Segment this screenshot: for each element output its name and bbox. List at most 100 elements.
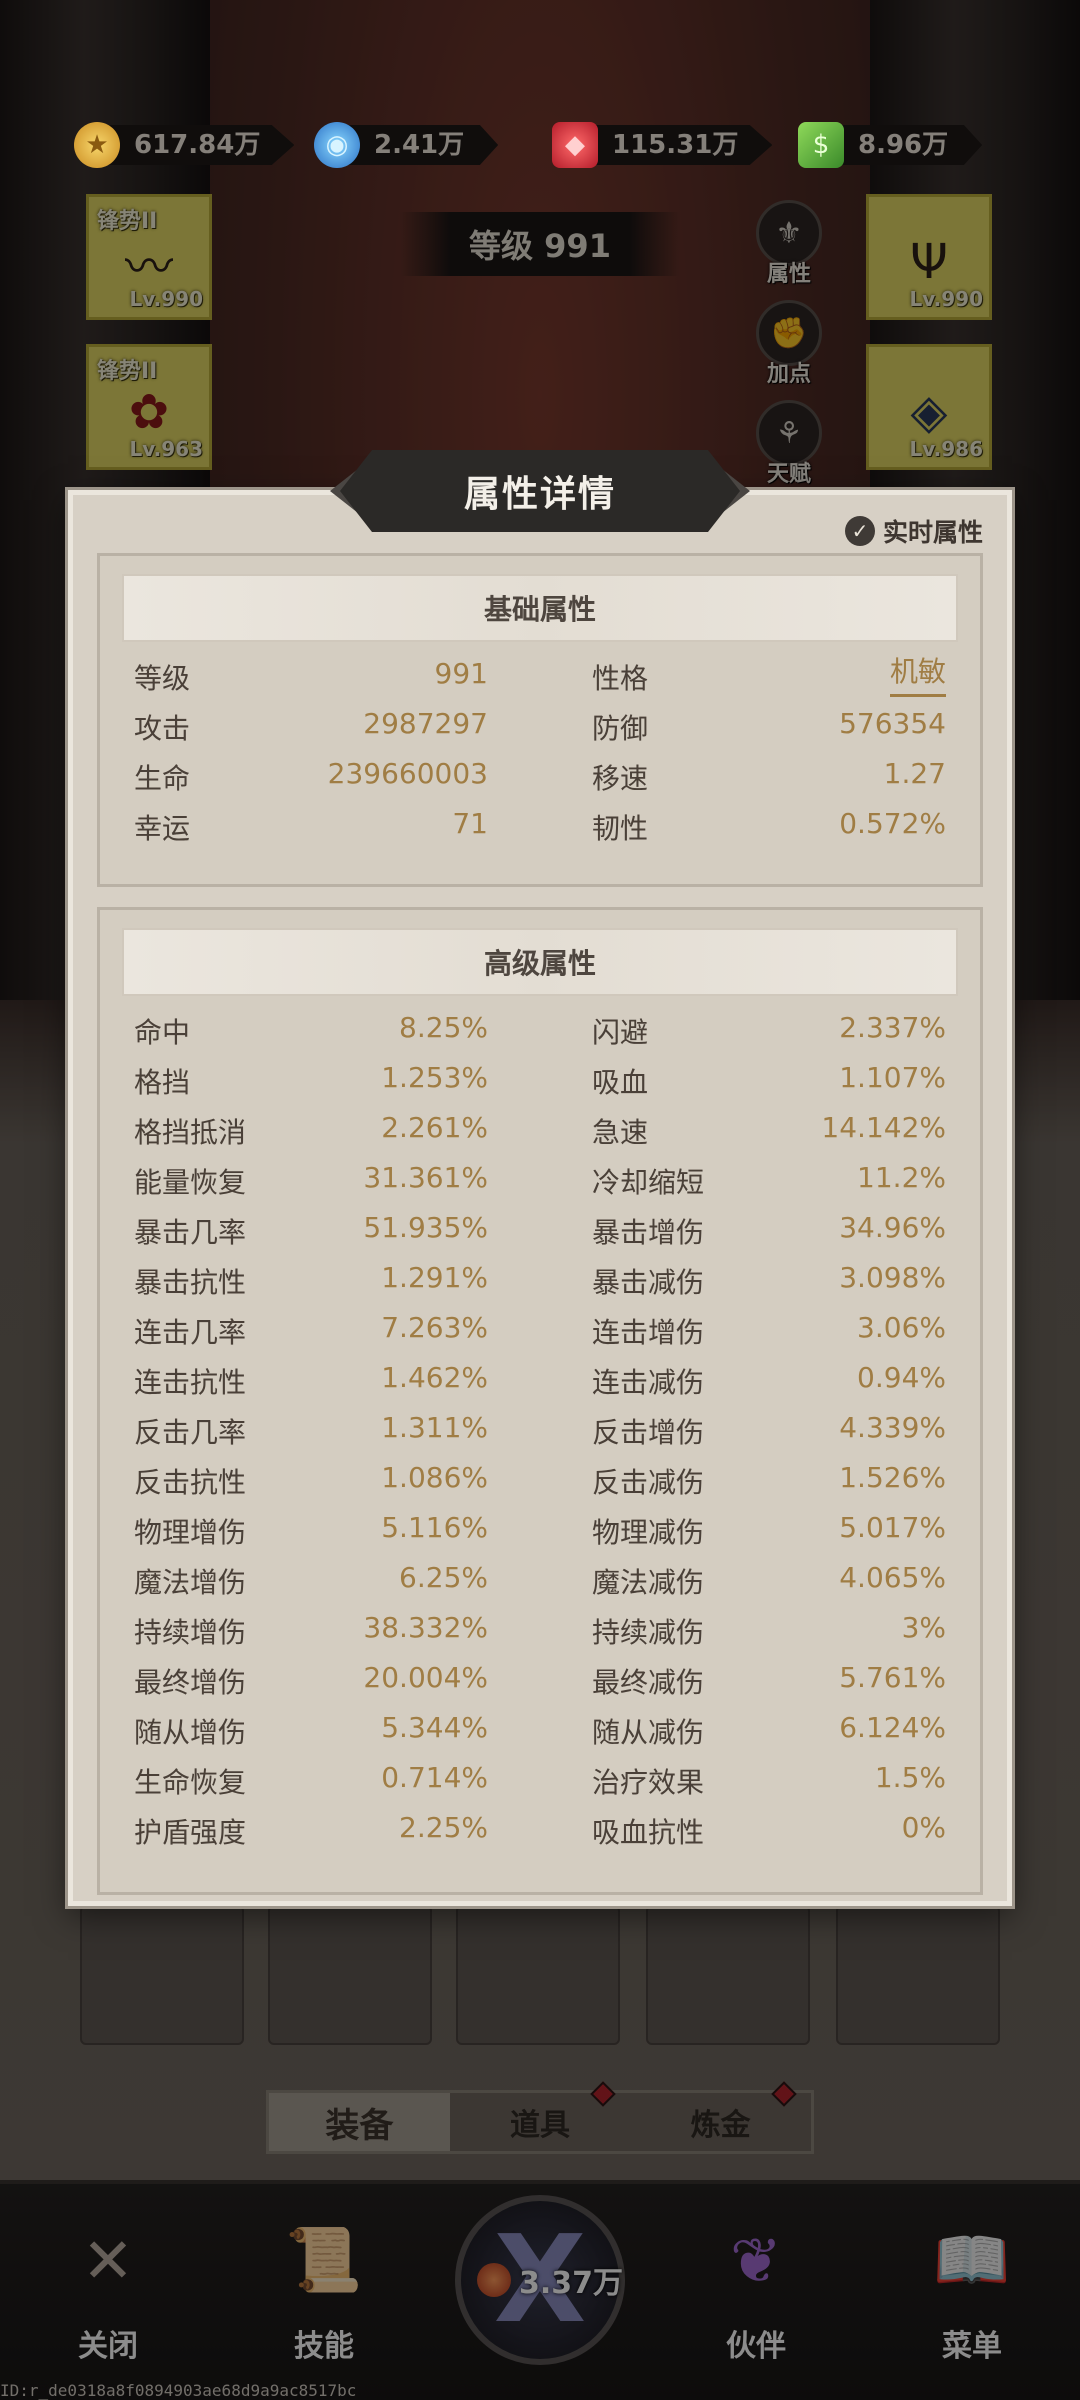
attribute-label: 命中 <box>134 1016 191 1049</box>
attribute-label: 连击抗性 <box>134 1366 247 1399</box>
attribute-label: 韧性 <box>592 812 649 845</box>
realtime-label: 实时属性 <box>882 518 983 547</box>
checkmark-icon: ✓ <box>844 516 875 546</box>
attribute-row: 护盾强度 2.25% 吸血抗性 0% <box>134 1806 946 1856</box>
attribute-cell: 物理增伤 5.116% <box>134 1511 540 1551</box>
attribute-cell: 魔法减伤 4.065% <box>540 1561 946 1601</box>
attribute-cell: 护盾强度 2.25% <box>134 1811 540 1851</box>
attribute-value: 0.94% <box>857 1361 946 1394</box>
attribute-row: 等级 991 性格 机敏 <box>134 652 946 702</box>
attribute-label: 随从减伤 <box>592 1716 705 1749</box>
attribute-label: 随从增伤 <box>134 1716 247 1749</box>
basic-attributes-header: 基础属性 <box>122 574 958 642</box>
attribute-cell: 持续减伤 3% <box>540 1611 946 1651</box>
attribute-cell: 反击抗性 1.086% <box>134 1461 540 1501</box>
attribute-row: 能量恢复 31.361% 冷却缩短 11.2% <box>134 1156 946 1206</box>
attribute-value: 1.311% <box>381 1411 488 1444</box>
attribute-value: 1.107% <box>839 1061 946 1094</box>
attribute-label: 持续增伤 <box>134 1616 247 1649</box>
attribute-value: 71 <box>452 807 488 840</box>
attribute-cell: 等级 991 <box>134 657 540 697</box>
attribute-cell: 暴击几率 51.935% <box>134 1211 540 1251</box>
attribute-label: 反击减伤 <box>592 1466 705 1499</box>
attribute-cell: 移速 1.27 <box>540 757 946 797</box>
attribute-label: 物理增伤 <box>134 1516 247 1549</box>
attribute-cell: 物理减伤 5.017% <box>540 1511 946 1551</box>
attribute-value: 4.065% <box>839 1561 946 1594</box>
attribute-cell: 反击增伤 4.339% <box>540 1411 946 1451</box>
attribute-cell: 暴击减伤 3.098% <box>540 1261 946 1301</box>
advanced-attributes-section: 高级属性 命中 8.25% 闪避 2.337% 格挡 1.253% 吸血 1.107% 格挡抵消… <box>97 907 983 1895</box>
attribute-label: 连击几率 <box>134 1316 247 1349</box>
blue-orb-icon: ◉ <box>314 122 360 168</box>
attribute-label: 格挡 <box>134 1066 191 1099</box>
advanced-attributes-header: 高级属性 <box>122 928 958 996</box>
attribute-cell: 能量恢复 31.361% <box>134 1161 540 1201</box>
attribute-value: 11.2% <box>857 1161 946 1194</box>
attribute-value: 5.344% <box>381 1711 488 1744</box>
attribute-value: 8.25% <box>399 1011 488 1044</box>
attribute-row: 命中 8.25% 闪避 2.337% <box>134 1006 946 1056</box>
attribute-label: 治疗效果 <box>592 1766 705 1799</box>
attribute-value: 1.5% <box>874 1761 946 1794</box>
attribute-row: 物理增伤 5.116% 物理减伤 5.017% <box>134 1506 946 1556</box>
attribute-value: 576354 <box>839 707 946 740</box>
attribute-label: 吸血 <box>592 1066 649 1099</box>
attribute-label: 反击几率 <box>134 1416 247 1449</box>
attribute-cell: 连击减伤 0.94% <box>540 1361 946 1401</box>
attribute-label: 暴击减伤 <box>592 1266 705 1299</box>
attribute-value: 3% <box>901 1611 946 1644</box>
attribute-value: 7.263% <box>381 1311 488 1344</box>
attribute-label: 暴击增伤 <box>592 1216 705 1249</box>
attribute-row: 连击抗性 1.462% 连击减伤 0.94% <box>134 1356 946 1406</box>
attribute-value: 5.017% <box>839 1511 946 1544</box>
attribute-label: 暴击几率 <box>134 1216 247 1249</box>
attribute-cell: 暴击抗性 1.291% <box>134 1261 540 1301</box>
attribute-row: 生命 239660003 移速 1.27 <box>134 752 946 802</box>
attribute-details-modal: ✓ 实时属性 基础属性 等级 991 性格 机敏 攻击 2987297 防御 576354 生命… <box>68 490 1012 1906</box>
attribute-cell: 性格 机敏 <box>540 656 946 697</box>
attribute-label: 持续减伤 <box>592 1616 705 1649</box>
attribute-row: 反击抗性 1.086% 反击减伤 1.526% <box>134 1456 946 1506</box>
attribute-value: 3.06% <box>857 1311 946 1344</box>
attribute-cell: 连击几率 7.263% <box>134 1311 540 1351</box>
attribute-label: 格挡抵消 <box>134 1116 247 1149</box>
attribute-cell: 连击增伤 3.06% <box>540 1311 946 1351</box>
attribute-label: 性格 <box>592 662 649 695</box>
attribute-value: 239660003 <box>327 757 488 790</box>
attribute-row: 生命恢复 0.714% 治疗效果 1.5% <box>134 1756 946 1806</box>
basic-attributes-section: 基础属性 等级 991 性格 机敏 攻击 2987297 防御 576354 生命 2396600… <box>97 553 983 887</box>
attribute-cell: 随从增伤 5.344% <box>134 1711 540 1751</box>
attribute-cell: 生命恢复 0.714% <box>134 1761 540 1801</box>
attribute-cell: 命中 8.25% <box>134 1011 540 1051</box>
attribute-row: 反击几率 1.311% 反击增伤 4.339% <box>134 1406 946 1456</box>
attribute-value: 38.332% <box>363 1611 488 1644</box>
attribute-row: 幸运 71 韧性 0.572% <box>134 802 946 852</box>
attribute-value: 0.572% <box>839 807 946 840</box>
attribute-row: 最终增伤 20.004% 最终减伤 5.761% <box>134 1656 946 1706</box>
attribute-value: 5.116% <box>381 1511 488 1544</box>
attribute-label: 最终增伤 <box>134 1666 247 1699</box>
attribute-label: 冷却缩短 <box>592 1166 705 1199</box>
attribute-cell: 吸血 1.107% <box>540 1061 946 1101</box>
attribute-cell: 格挡抵消 2.261% <box>134 1111 540 1151</box>
attribute-row: 连击几率 7.263% 连击增伤 3.06% <box>134 1306 946 1356</box>
attribute-row: 持续增伤 38.332% 持续减伤 3% <box>134 1606 946 1656</box>
attribute-cell: 反击几率 1.311% <box>134 1411 540 1451</box>
modal-title: 属性详情 <box>340 450 740 532</box>
attribute-value: 1.253% <box>381 1061 488 1094</box>
realtime-attributes-toggle[interactable]: ✓ 实时属性 <box>844 513 983 549</box>
attribute-cell: 吸血抗性 0% <box>540 1811 946 1851</box>
attribute-cell: 魔法增伤 6.25% <box>134 1561 540 1601</box>
attribute-label: 移速 <box>592 762 649 795</box>
attribute-row: 格挡 1.253% 吸血 1.107% <box>134 1056 946 1106</box>
attribute-cell: 治疗效果 1.5% <box>540 1761 946 1801</box>
attribute-cell: 生命 239660003 <box>134 757 540 797</box>
attribute-value: 31.361% <box>363 1161 488 1194</box>
attribute-label: 暴击抗性 <box>134 1266 247 1299</box>
attribute-value: 991 <box>434 657 488 690</box>
attribute-label: 连击减伤 <box>592 1366 705 1399</box>
attribute-value: 14.142% <box>821 1111 946 1144</box>
attribute-value: 2.337% <box>839 1011 946 1044</box>
attribute-value: 5.761% <box>839 1661 946 1694</box>
